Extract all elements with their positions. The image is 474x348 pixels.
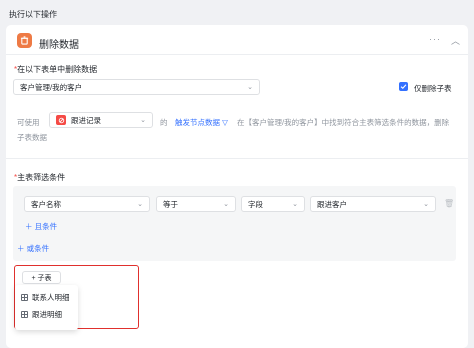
chevron-down-icon: ⌄ (247, 84, 253, 91)
section-divider (6, 158, 468, 159)
desc-text-line1: 在【客户管理/我的客户】中找到符合主表筛选条件的数据，删除 (237, 118, 450, 127)
chevron-down-icon: ⌄ (223, 201, 229, 208)
subtable-option[interactable]: 联系人明细 (21, 290, 70, 304)
desc-prefix: 可使用 (17, 118, 40, 127)
action-title: 删除数据 (39, 40, 79, 51)
add-and-condition-button[interactable]: ＋ 且条件 (25, 221, 57, 232)
header-divider (6, 54, 468, 55)
table-select[interactable]: 客户管理/我的客户 ⌄ (13, 79, 260, 95)
filter-value: 跟进客户 (317, 199, 347, 209)
plus-icon: ＋ (25, 222, 33, 231)
filter-field-value: 客户名称 (31, 199, 61, 209)
subtable-option-label: 联系人明细 (32, 292, 70, 302)
subtable-option-label: 跟进明细 (32, 309, 62, 319)
desc-text-line2: 子表数据 (17, 133, 47, 142)
filter-operator-select[interactable]: 等于 ⌄ (156, 196, 236, 212)
chevron-down-icon: ⌄ (292, 201, 298, 208)
only-subtable-label: 仅删除子表 (414, 84, 452, 93)
chevron-down-icon: ⌄ (137, 201, 143, 208)
table-select-label: *在以下表单中删除数据 (14, 65, 98, 74)
delete-condition-icon[interactable]: 🗑 (444, 199, 454, 208)
section-header: 执行以下操作 (9, 10, 57, 19)
plus-icon: ＋ (17, 244, 25, 253)
chevron-up-icon[interactable]: ︿ (451, 34, 460, 47)
chevron-down-icon: ⌄ (423, 201, 429, 208)
trigger-node-data-link[interactable]: 触发节点数据 ▽ (175, 117, 228, 128)
table-icon (21, 310, 28, 318)
subtable-dropdown: 联系人明细 跟进明细 (15, 285, 78, 330)
filter-field-select[interactable]: 客户名称 ⌄ (24, 196, 150, 212)
subtable-option[interactable]: 跟进明细 (21, 307, 62, 321)
desc-of: 的 (160, 118, 168, 127)
record-select[interactable]: 跟进记录 ⌄ (49, 112, 153, 128)
filter-value-type: 字段 (248, 199, 263, 209)
add-subtable-button[interactable]: + 子表 (22, 271, 61, 284)
chevron-down-icon: ⌄ (140, 117, 146, 124)
filter-operator-value: 等于 (163, 199, 178, 209)
record-select-value: 跟进记录 (71, 115, 101, 125)
more-icon[interactable]: ··· (429, 34, 441, 44)
filter-label: *主表筛选条件 (14, 173, 66, 182)
filter-value-type-select[interactable]: 字段 ⌄ (241, 196, 305, 212)
table-icon (21, 293, 28, 301)
filter-icon: ▽ (222, 118, 228, 127)
record-icon (56, 115, 66, 125)
table-select-value: 客户管理/我的客户 (20, 82, 83, 92)
filter-value-select[interactable]: 跟进客户 ⌄ (310, 196, 436, 212)
delete-data-icon (17, 33, 32, 48)
only-subtable-checkbox[interactable] (399, 82, 408, 91)
add-or-condition-button[interactable]: ＋ 或条件 (17, 243, 49, 254)
